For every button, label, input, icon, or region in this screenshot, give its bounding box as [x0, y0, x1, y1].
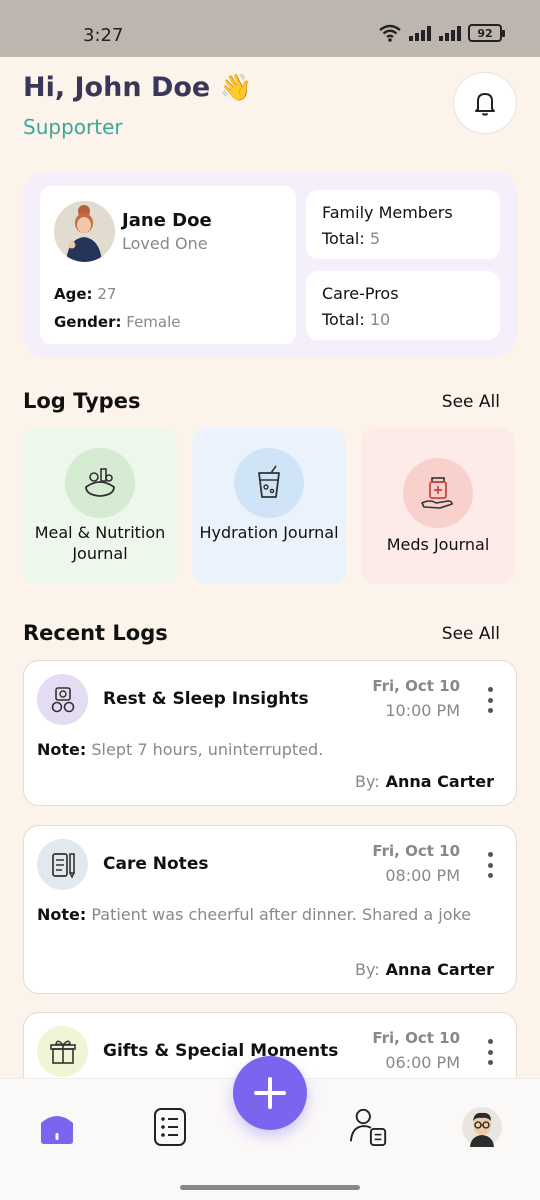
gender-value: Female	[126, 313, 181, 331]
by-label: By:	[354, 960, 380, 979]
profile-avatar	[462, 1107, 502, 1147]
signal-icon-2	[439, 26, 461, 41]
status-time: 3:27	[83, 25, 124, 46]
loved-one-name: Jane Doe	[122, 210, 212, 231]
greeting-text: Hi, John Doe	[23, 72, 211, 103]
meal-icon	[65, 448, 135, 518]
loved-one-gender: Gender: Female	[54, 313, 181, 331]
log-date: Fri, Oct 10	[372, 1029, 460, 1047]
recent-logs-title: Recent Logs	[23, 621, 168, 645]
family-members-card[interactable]: Family Members Total: 5	[306, 190, 500, 259]
log-type-label: Meds Journal	[386, 535, 490, 554]
log-author: By: Anna Carter	[355, 772, 494, 791]
log-card[interactable]: Care Notes Fri, Oct 10 08:00 PM Note: Pa…	[23, 825, 517, 994]
notifications-button[interactable]	[453, 72, 517, 134]
log-time: 10:00 PM	[385, 701, 460, 720]
stat-total-value: 5	[369, 229, 381, 248]
home-icon	[41, 1116, 73, 1144]
greeting: Hi, John Doe 👋	[23, 72, 252, 103]
by-label: By:	[354, 772, 380, 791]
log-type-hydration[interactable]: Hydration Journal	[192, 428, 346, 584]
log-time: 08:00 PM	[385, 866, 460, 885]
wave-emoji: 👋	[219, 73, 253, 103]
status-bar: 3:27 92	[0, 0, 540, 57]
battery-icon: 92	[468, 24, 505, 42]
list-icon	[154, 1108, 186, 1146]
care-team-icon	[349, 1108, 387, 1147]
stat-total: Total: 10	[322, 310, 390, 329]
wifi-icon	[379, 24, 401, 42]
log-type-label: Meal & Nutrition Journal	[34, 523, 166, 563]
more-options-icon[interactable]	[486, 687, 494, 713]
log-date: Fri, Oct 10	[372, 677, 460, 695]
nav-care-team[interactable]	[349, 1107, 389, 1147]
nav-logs[interactable]	[150, 1107, 190, 1147]
log-type-label: Hydration Journal	[199, 523, 339, 542]
recent-logs-see-all-link[interactable]: See All	[442, 624, 500, 644]
nav-profile[interactable]	[462, 1107, 502, 1147]
bell-icon	[475, 93, 495, 116]
user-role: Supporter	[23, 115, 123, 139]
stat-title: Family Members	[322, 203, 453, 222]
note-label: Note:	[37, 905, 87, 924]
log-types-see-all-link[interactable]: See All	[442, 392, 500, 412]
care-pros-card[interactable]: Care-Pros Total: 10	[306, 271, 500, 340]
log-title: Gifts & Special Moments	[103, 1041, 339, 1061]
loved-one-avatar	[54, 201, 115, 262]
sleep-icon	[37, 674, 88, 725]
nav-home[interactable]	[37, 1107, 77, 1147]
log-time: 06:00 PM	[385, 1053, 460, 1072]
gender-label: Gender:	[54, 313, 122, 331]
notes-icon	[37, 839, 88, 890]
log-note: Note: Slept 7 hours, uninterrupted.	[37, 738, 497, 761]
log-date: Fri, Oct 10	[372, 842, 460, 860]
stat-title: Care-Pros	[322, 284, 399, 303]
age-label: Age:	[54, 285, 93, 303]
stat-total-label: Total:	[322, 229, 365, 248]
note-text: Patient was cheerful after dinner. Share…	[91, 905, 472, 924]
stat-total: Total: 5	[322, 229, 380, 248]
log-type-meds[interactable]: Meds Journal	[361, 428, 515, 584]
hydration-icon	[234, 448, 304, 518]
status-icons: 92	[378, 24, 505, 42]
note-text: Slept 7 hours, uninterrupted.	[91, 740, 324, 759]
home-indicator	[180, 1185, 360, 1190]
log-card[interactable]: Rest & Sleep Insights Fri, Oct 10 10:00 …	[23, 660, 517, 806]
log-types-title: Log Types	[23, 389, 141, 413]
by-name: Anna Carter	[385, 772, 494, 791]
loved-one-relation: Loved One	[122, 234, 208, 253]
more-options-icon[interactable]	[486, 852, 494, 878]
note-label: Note:	[37, 740, 87, 759]
stat-total-value: 10	[369, 310, 391, 329]
log-title: Rest & Sleep Insights	[103, 689, 309, 709]
by-name: Anna Carter	[385, 960, 494, 979]
stat-total-label: Total:	[322, 310, 365, 329]
gift-icon	[37, 1026, 88, 1077]
meds-icon	[403, 458, 473, 528]
more-options-icon[interactable]	[486, 1039, 494, 1065]
log-note: Note: Patient was cheerful after dinner.…	[37, 903, 497, 926]
add-log-button[interactable]	[233, 1056, 307, 1130]
log-title: Care Notes	[103, 854, 209, 874]
loved-one-age: Age: 27	[54, 285, 116, 303]
age-value: 27	[97, 285, 117, 303]
log-type-meal[interactable]: Meal & Nutrition Journal	[23, 428, 177, 584]
plus-icon	[254, 1077, 286, 1109]
log-author: By: Anna Carter	[355, 960, 494, 979]
signal-icon	[409, 26, 431, 41]
